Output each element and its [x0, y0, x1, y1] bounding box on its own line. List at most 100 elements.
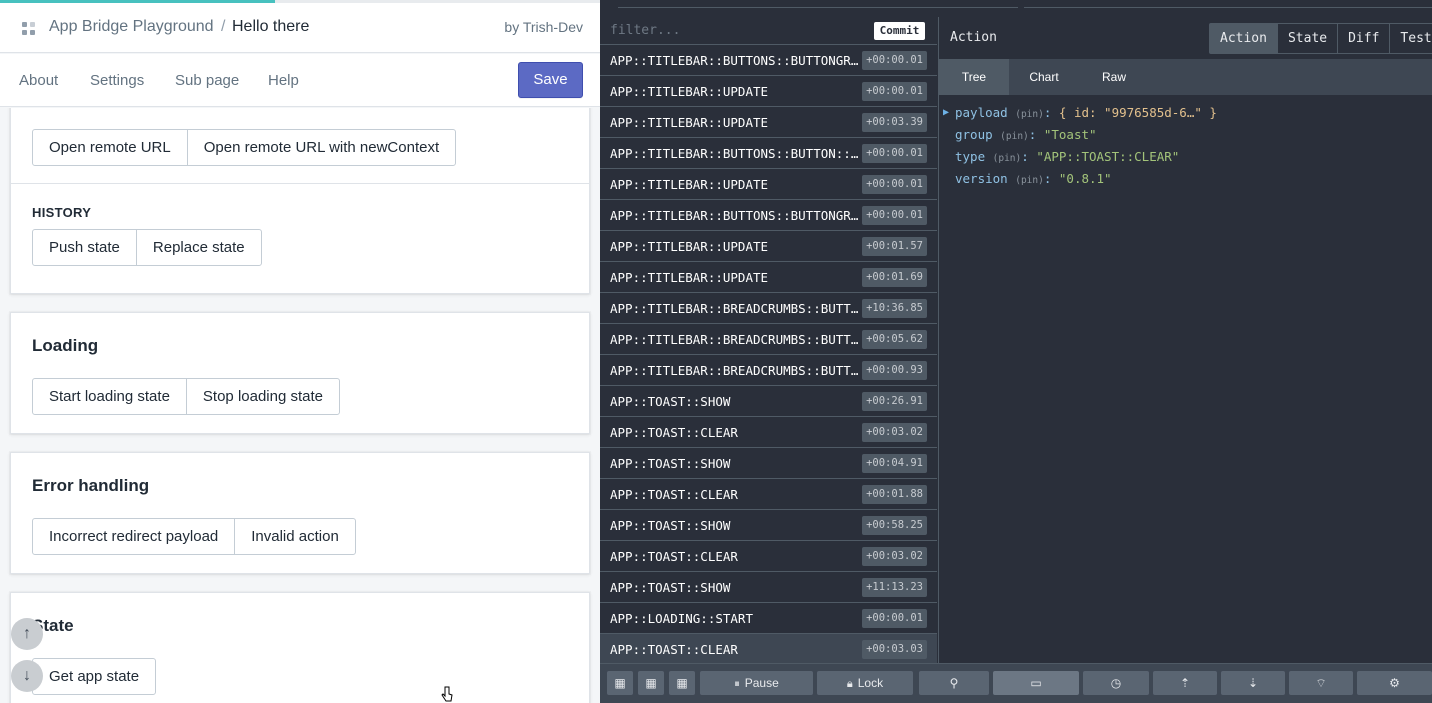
top-divider: [1024, 7, 1432, 8]
action-row[interactable]: APP::TITLEBAR::BREADCRUMBS::BUTTON::CLIC…: [600, 293, 937, 324]
action-tree: ▶ payload (pin): { id: "9976585d-6…" } g…: [939, 95, 1432, 663]
lock-button[interactable]: 🔒︎ Lock: [817, 671, 913, 695]
commit-button[interactable]: Commit: [874, 22, 925, 40]
nav-settings[interactable]: Settings: [90, 72, 144, 89]
stop-loading-button[interactable]: Stop loading state: [185, 378, 341, 415]
action-type: APP::TITLEBAR::BREADCRUMBS::BUTTON::CLIC…: [610, 301, 862, 316]
tree-key: payload: [955, 105, 1008, 120]
settings-gear-icon[interactable]: ⚙: [1357, 671, 1432, 695]
subtab-tree[interactable]: Tree: [939, 59, 1009, 95]
tab-diff[interactable]: Diff: [1337, 24, 1390, 53]
breadcrumb-separator: /: [221, 18, 226, 35]
remote-url-button-group: Open remote URL Open remote URL with new…: [32, 129, 457, 166]
action-rows: APP::TITLEBAR::BUTTONS::BUTTONGROUP::UPD…: [600, 45, 937, 665]
pause-button[interactable]: ⏸ Pause: [700, 671, 813, 695]
loading-button-group: Start loading state Stop loading state: [32, 378, 341, 415]
page-content[interactable]: Open remote URL Open remote URL with new…: [0, 108, 600, 703]
action-row[interactable]: APP::TOAST::SHOW +00:04.91: [600, 448, 937, 479]
action-time-badge: +00:00.01: [862, 51, 927, 70]
download-icon[interactable]: ⇣: [1221, 671, 1285, 695]
tree-node-payload[interactable]: payload (pin): { id: "9976585d-6…" }: [955, 105, 1217, 120]
push-state-button[interactable]: Push state: [32, 229, 137, 266]
action-row[interactable]: APP::TITLEBAR::UPDATE +00:00.01: [600, 169, 937, 200]
action-row[interactable]: APP::TOAST::CLEAR +00:03.03: [600, 634, 937, 665]
action-row[interactable]: APP::TOAST::SHOW +00:26.91: [600, 386, 937, 417]
scroll-up-arrow-icon[interactable]: ↑: [11, 618, 43, 650]
tree-value: "0.8.1": [1058, 171, 1112, 186]
action-type: APP::TITLEBAR::BUTTONS::BUTTONGROUP::UPD…: [610, 53, 862, 68]
timer-icon[interactable]: ◷: [1083, 671, 1149, 695]
view-subtabs: Tree Chart Raw: [939, 59, 1432, 95]
scroll-down-arrow-icon[interactable]: ↓: [11, 660, 43, 692]
action-type: APP::TITLEBAR::BUTTONS::BUTTON::UPDATE: [610, 146, 862, 161]
action-time-badge: +00:03.03: [862, 640, 927, 659]
action-row[interactable]: APP::TOAST::CLEAR +00:03.02: [600, 417, 937, 448]
action-time-badge: +00:01.69: [862, 268, 927, 287]
nav-sub-page[interactable]: Sub page: [175, 72, 239, 89]
nav-help[interactable]: Help: [268, 72, 299, 89]
action-type: APP::TOAST::SHOW: [610, 456, 731, 471]
loading-heading: Loading: [32, 336, 99, 355]
action-time-badge: +00:00.01: [862, 609, 927, 628]
pin-link[interactable]: (pin): [993, 153, 1022, 164]
tree-node-group: group (pin): "Toast": [955, 127, 1097, 142]
action-row[interactable]: APP::TOAST::CLEAR +00:03.02: [600, 541, 937, 572]
tab-action[interactable]: Action: [1210, 24, 1277, 53]
action-row[interactable]: APP::TITLEBAR::UPDATE +00:03.39: [600, 107, 937, 138]
action-time-badge: +00:26.91: [862, 392, 927, 411]
action-row[interactable]: APP::TOAST::SHOW +00:58.25: [600, 510, 937, 541]
pin-link[interactable]: (pin): [1000, 131, 1029, 142]
incorrect-redirect-payload-button[interactable]: Incorrect redirect payload: [32, 518, 236, 555]
error-handling-heading: Error handling: [32, 476, 150, 495]
subtab-chart[interactable]: Chart: [1009, 59, 1079, 95]
tree-node-type: type (pin): "APP::TOAST::CLEAR": [955, 149, 1180, 164]
breadcrumb-app-name[interactable]: App Bridge Playground: [49, 18, 214, 36]
action-time-badge: +00:04.91: [862, 454, 927, 473]
action-row[interactable]: APP::TITLEBAR::BUTTONS::BUTTONGROUP::UPD…: [600, 45, 937, 76]
expand-caret-icon[interactable]: ▶: [943, 107, 949, 118]
tab-test[interactable]: Test: [1389, 24, 1432, 53]
start-loading-button[interactable]: Start loading state: [32, 378, 187, 415]
action-row[interactable]: APP::TITLEBAR::BUTTONS::BUTTONGROUP::UPD…: [600, 200, 937, 231]
action-type: APP::TITLEBAR::BREADCRUMBS::BUTTON::UPDA…: [610, 332, 862, 347]
action-row[interactable]: APP::TITLEBAR::BUTTONS::BUTTON::UPDATE+0…: [600, 138, 937, 169]
tree-key: group: [955, 127, 993, 142]
filter-input[interactable]: filter...: [610, 23, 680, 38]
pin-link[interactable]: (pin): [1015, 175, 1044, 186]
action-row[interactable]: APP::TITLEBAR::UPDATE +00:01.57: [600, 231, 937, 262]
dock-left-icon[interactable]: ▦: [607, 671, 633, 695]
pin-icon[interactable]: ⚲: [919, 671, 989, 695]
action-time-badge: +00:03.02: [862, 547, 927, 566]
action-type: APP::TITLEBAR::BUTTONS::BUTTONGROUP::UPD…: [610, 208, 862, 223]
save-button[interactable]: Save: [518, 62, 583, 98]
open-remote-url-new-context-button[interactable]: Open remote URL with newContext: [186, 129, 457, 166]
action-row[interactable]: APP::TITLEBAR::UPDATE +00:01.69: [600, 262, 937, 293]
action-time-badge: +00:01.88: [862, 485, 927, 504]
action-row[interactable]: APP::TITLEBAR::UPDATE +00:00.01: [600, 76, 937, 107]
nav-about[interactable]: About: [19, 72, 58, 89]
action-row[interactable]: APP::LOADING::START +00:00.01: [600, 603, 937, 634]
remote-broadcast-icon[interactable]: ⌔: [1289, 671, 1353, 695]
upload-icon[interactable]: ⇡: [1153, 671, 1217, 695]
open-remote-url-button[interactable]: Open remote URL: [32, 129, 188, 166]
dock-bottom-icon[interactable]: ▦: [669, 671, 695, 695]
action-time-badge: +00:00.01: [862, 144, 927, 163]
subtab-raw[interactable]: Raw: [1079, 59, 1149, 95]
action-type: APP::TOAST::CLEAR: [610, 425, 738, 440]
pin-link[interactable]: (pin): [1015, 109, 1044, 120]
replace-state-button[interactable]: Replace state: [135, 229, 262, 266]
action-row[interactable]: APP::TOAST::CLEAR +00:01.88: [600, 479, 937, 510]
action-row[interactable]: APP::TITLEBAR::BREADCRUMBS::BUTTON::UPDA…: [600, 324, 937, 355]
action-row[interactable]: APP::TITLEBAR::BREADCRUMBS::BUTTON::UPDA…: [600, 355, 937, 386]
keyboard-icon[interactable]: ▭: [993, 671, 1079, 695]
app-frame: App Bridge Playground / Hello there by T…: [0, 0, 600, 703]
action-time-badge: +00:03.39: [862, 113, 927, 132]
invalid-action-button[interactable]: Invalid action: [234, 518, 356, 555]
get-app-state-button[interactable]: Get app state: [32, 658, 157, 695]
action-type: APP::TITLEBAR::UPDATE: [610, 115, 769, 130]
action-time-badge: +00:58.25: [862, 516, 927, 535]
action-row[interactable]: APP::TOAST::SHOW +11:13.23: [600, 572, 937, 603]
redux-devtools: filter... Commit APP::TITLEBAR::BUTTONS:…: [600, 0, 1432, 703]
dock-right-icon[interactable]: ▦: [638, 671, 664, 695]
tab-state[interactable]: State: [1276, 24, 1338, 53]
